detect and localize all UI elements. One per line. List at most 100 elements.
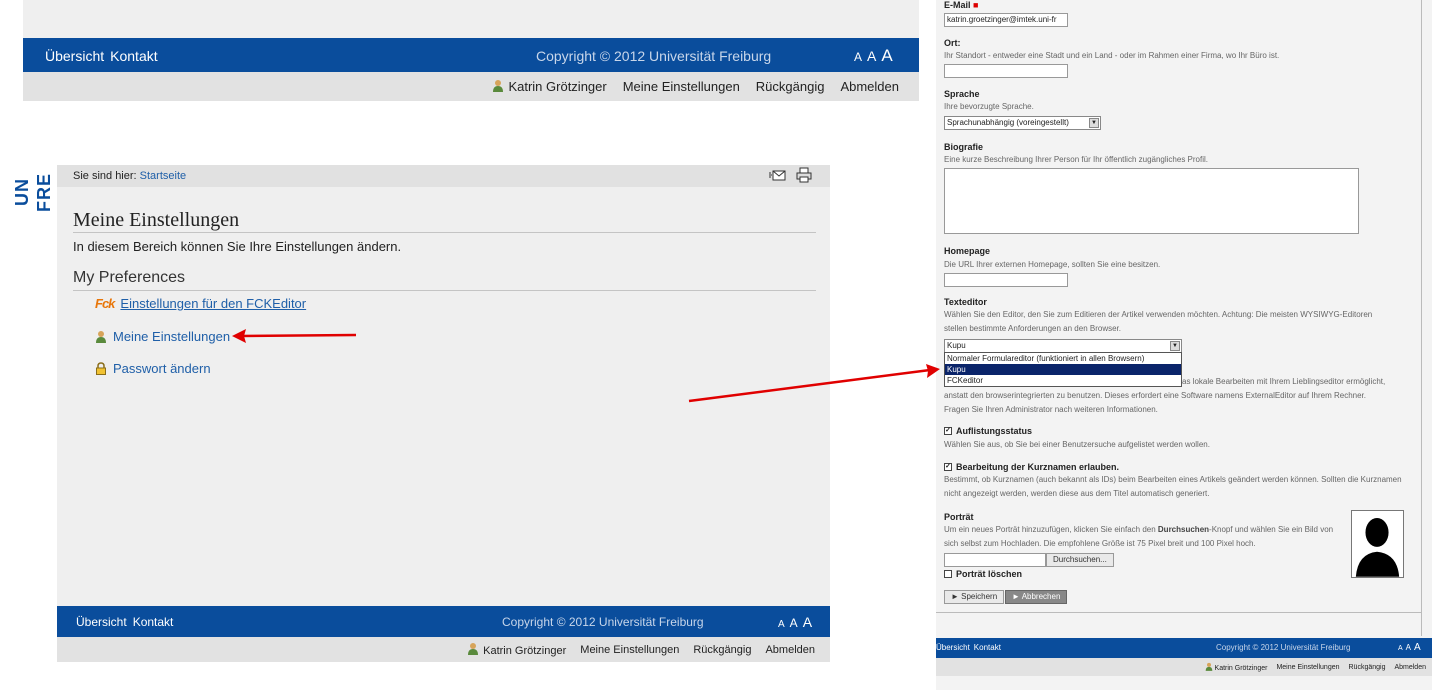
external-editor-help-2: anstatt den browserintegrierten zu benut…	[944, 391, 1367, 400]
right-footer-user-link[interactable]: Katrin Grötzinger	[1205, 662, 1268, 672]
footer-user-link[interactable]: Katrin Grötzinger	[467, 642, 566, 657]
page-intro: In diesem Bereich können Sie Ihre Einste…	[73, 239, 402, 254]
form-divider	[936, 612, 1422, 613]
footer-my-settings-link[interactable]: Meine Einstellungen	[580, 644, 679, 656]
right-footer-overview-link[interactable]: Übersicht	[936, 643, 970, 652]
pref-my-settings-link[interactable]: Meine Einstellungen	[95, 329, 230, 344]
lock-icon	[96, 362, 106, 375]
footer-contact-link[interactable]: Kontakt	[133, 615, 174, 629]
logo-line-1: UN	[12, 178, 32, 206]
nav-contact-link[interactable]: Kontakt	[110, 48, 157, 64]
biography-textarea[interactable]	[944, 168, 1359, 234]
language-help: Ihre bevorzugte Sprache.	[944, 102, 1034, 111]
pref-fckeditor-label: Einstellungen für den FCKEditor	[120, 296, 307, 311]
logo-line-2: FRE	[34, 173, 54, 212]
right-font-small-button[interactable]: A	[1398, 645, 1403, 652]
pref-password-link[interactable]: Passwort ändern	[95, 361, 211, 376]
language-select[interactable]: Sprachunabhängig (voreingestellt) ▼	[944, 116, 1101, 130]
editor-option-kupu[interactable]: Kupu	[945, 364, 1181, 375]
footer-undo-link[interactable]: Rückgängig	[693, 644, 751, 656]
listing-label: Auflistungsstatus	[956, 426, 1033, 436]
homepage-help: Die URL Ihrer externen Homepage, sollten…	[944, 260, 1161, 269]
undo-link[interactable]: Rückgängig	[756, 79, 825, 94]
right-footer-my-settings-link[interactable]: Meine Einstellungen	[1276, 664, 1339, 671]
editor-option-normal[interactable]: Normaler Formulareditor (funktioniert in…	[945, 353, 1181, 364]
language-label: Sprache	[944, 89, 980, 99]
user-icon	[96, 331, 106, 343]
delete-portrait-checkbox[interactable]: Porträt löschen	[944, 569, 1022, 579]
pref-my-settings-label: Meine Einstellungen	[113, 329, 231, 344]
biography-label: Biografie	[944, 142, 984, 152]
font-size-medium-button[interactable]: A	[867, 48, 876, 64]
shortname-checkbox[interactable]: ✓ Bearbeitung der Kurznamen erlauben.	[944, 462, 1119, 472]
pref-password-label: Passwort ändern	[113, 361, 211, 376]
pref-fckeditor-link[interactable]: Fck Einstellungen für den FCKEditor	[95, 296, 306, 311]
footer-user-bar: Katrin Grötzinger Meine Einstellungen Rü…	[57, 637, 830, 662]
font-size-large-button[interactable]: A	[881, 46, 892, 66]
right-footer-user-name: Katrin Grötzinger	[1214, 665, 1268, 672]
top-nav-bar: Übersicht Kontakt Copyright © 2012 Unive…	[23, 38, 919, 72]
right-footer-undo-link[interactable]: Rückgängig	[1349, 664, 1386, 671]
editor-select[interactable]: Kupu ▼	[944, 339, 1182, 353]
user-icon	[468, 643, 479, 655]
footer-font-medium-button[interactable]: A	[790, 616, 798, 630]
university-logo: UN FRE	[8, 160, 58, 220]
breadcrumb: Sie sind hier: Startseite	[57, 165, 830, 187]
portrait-file-field[interactable]	[944, 553, 1046, 567]
user-icon	[1205, 662, 1212, 671]
checkbox-empty-icon	[944, 570, 952, 578]
portrait-label: Porträt	[944, 512, 974, 522]
footer-logout-link[interactable]: Abmelden	[765, 644, 815, 656]
listing-checkbox[interactable]: ✓ Auflistungsstatus	[944, 426, 1032, 436]
listing-help: Wählen Sie aus, ob Sie bei einer Benutze…	[944, 440, 1210, 449]
breadcrumb-prefix: Sie sind hier:	[73, 170, 137, 182]
footer-font-small-button[interactable]: A	[778, 619, 785, 630]
font-size-small-button[interactable]: A	[854, 50, 862, 64]
browse-button[interactable]: Durchsuchen...	[1046, 553, 1114, 567]
homepage-field[interactable]	[944, 273, 1068, 287]
user-icon	[493, 80, 504, 92]
chevron-down-icon: ▼	[1089, 118, 1099, 128]
save-button[interactable]: ► Speichern	[944, 590, 1005, 604]
editor-help: Wählen Sie den Editor, den Sie zum Editi…	[944, 310, 1373, 333]
settings-form-panel: E-Mail ■ katrin.groetzinger@imtek.uni-fr…	[936, 0, 1432, 690]
user-name: Katrin Grötzinger	[508, 79, 607, 94]
right-font-large-button[interactable]: A	[1414, 642, 1421, 653]
right-font-medium-button[interactable]: A	[1406, 643, 1411, 652]
right-footer-logout-link[interactable]: Abmelden	[1394, 664, 1426, 671]
breadcrumb-home-link[interactable]: Startseite	[140, 170, 186, 182]
footer-overview-link[interactable]: Übersicht	[76, 615, 127, 629]
user-link[interactable]: Katrin Grötzinger	[492, 79, 607, 94]
page-title: Meine Einstellungen	[73, 209, 240, 231]
footer-copyright: Copyright © 2012 Universität Freiburg	[502, 615, 704, 629]
email-label: E-Mail	[944, 0, 971, 10]
nav-overview-link[interactable]: Übersicht	[45, 48, 104, 64]
fckeditor-icon: Fck	[95, 296, 115, 311]
editor-option-fckeditor[interactable]: FCKeditor	[945, 375, 1181, 386]
preferences-heading: My Preferences	[73, 269, 186, 286]
right-footer-contact-link[interactable]: Kontakt	[974, 643, 1001, 652]
footer-font-large-button[interactable]: A	[803, 614, 812, 630]
top-user-bar: Katrin Grötzinger Meine Einstellungen Rü…	[23, 72, 919, 101]
cancel-button[interactable]: ► Abbrechen	[1005, 590, 1068, 604]
location-field[interactable]	[944, 64, 1068, 78]
title-divider	[73, 232, 816, 233]
main-page: Sie sind hier: Startseite Meine Einstell…	[57, 165, 830, 662]
shortname-label: Bearbeitung der Kurznamen erlauben.	[956, 462, 1120, 472]
footer-user-name: Katrin Grötzinger	[483, 645, 567, 657]
my-settings-link[interactable]: Meine Einstellungen	[623, 79, 740, 94]
footer-nav-bar: Übersicht Kontakt Copyright © 2012 Unive…	[57, 606, 830, 637]
logout-link[interactable]: Abmelden	[840, 79, 899, 94]
settings-form: E-Mail ■ katrin.groetzinger@imtek.uni-fr…	[936, 0, 1422, 636]
send-mail-icon[interactable]	[768, 167, 786, 183]
location-help: Ihr Standort - entweder eine Stadt und e…	[944, 51, 1280, 60]
preferences-divider	[73, 290, 816, 291]
email-field[interactable]: katrin.groetzinger@imtek.uni-fr	[944, 13, 1068, 27]
language-select-value: Sprachunabhängig (voreingestellt)	[947, 118, 1069, 127]
portrait-help: Um ein neues Porträt hinzuzufügen, klick…	[944, 525, 1334, 548]
chevron-down-icon: ▼	[1170, 341, 1180, 351]
right-footer-nav-bar: Übersicht Kontakt Copyright © 2012 Unive…	[936, 638, 1432, 658]
editor-dropdown: Normaler Formulareditor (funktioniert in…	[944, 352, 1182, 387]
location-label: Ort:	[944, 38, 961, 48]
print-icon[interactable]	[796, 167, 812, 183]
